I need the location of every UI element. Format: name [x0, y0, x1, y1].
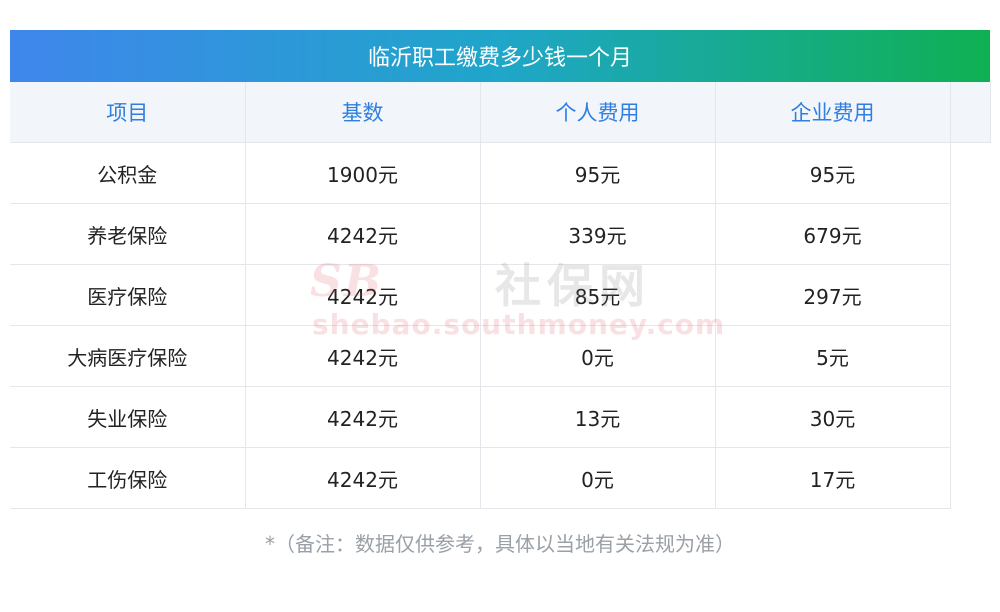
header-base: 基数 — [245, 82, 481, 143]
cell-company: 17元 — [715, 447, 951, 509]
row-spacer — [950, 264, 990, 326]
cell-base: 4242元 — [245, 447, 481, 509]
cell-base: 4242元 — [245, 203, 481, 265]
table-row: 养老保险 4242元 339元 679元 — [10, 203, 990, 265]
cell-company: 95元 — [715, 142, 951, 204]
table-row: 失业保险 4242元 13元 30元 — [10, 386, 990, 448]
table-row: 工伤保险 4242元 0元 17元 — [10, 447, 990, 509]
cell-base: 4242元 — [245, 325, 481, 387]
table-row: 公积金 1900元 95元 95元 — [10, 142, 990, 204]
table-row: 医疗保险 4242元 85元 297元 — [10, 264, 990, 326]
cell-personal: 85元 — [480, 264, 716, 326]
row-spacer — [950, 447, 990, 509]
row-spacer — [950, 325, 990, 387]
cell-base: 4242元 — [245, 386, 481, 448]
cell-personal: 0元 — [480, 447, 716, 509]
row-spacer — [950, 203, 990, 265]
cell-personal: 339元 — [480, 203, 716, 265]
cell-item: 养老保险 — [10, 203, 246, 265]
table-header-row: 项目 基数 个人费用 企业费用 — [10, 82, 991, 143]
header-spacer — [950, 82, 991, 143]
cell-item: 大病医疗保险 — [10, 325, 246, 387]
table-title: 临沂职工缴费多少钱一个月 — [10, 30, 990, 82]
footnote: *（备注：数据仅供参考，具体以当地有关法规为准） — [265, 532, 735, 556]
header-item: 项目 — [10, 82, 246, 143]
cell-item: 公积金 — [10, 142, 246, 204]
header-company-cost: 企业费用 — [715, 82, 951, 143]
cell-base: 4242元 — [245, 264, 481, 326]
cell-item: 失业保险 — [10, 386, 246, 448]
cell-personal: 13元 — [480, 386, 716, 448]
table-row: 大病医疗保险 4242元 0元 5元 — [10, 325, 990, 387]
cell-company: 297元 — [715, 264, 951, 326]
cell-item: 医疗保险 — [10, 264, 246, 326]
header-personal-cost: 个人费用 — [480, 82, 716, 143]
cell-company: 679元 — [715, 203, 951, 265]
cell-base: 1900元 — [245, 142, 481, 204]
cell-personal: 95元 — [480, 142, 716, 204]
contribution-table: 项目 基数 个人费用 企业费用 公积金 1900元 95元 95元 养老保险 4… — [10, 82, 991, 509]
cell-item: 工伤保险 — [10, 447, 246, 509]
cell-company: 30元 — [715, 386, 951, 448]
cell-personal: 0元 — [480, 325, 716, 387]
row-spacer — [950, 386, 990, 448]
row-spacer — [950, 142, 990, 204]
cell-company: 5元 — [715, 325, 951, 387]
